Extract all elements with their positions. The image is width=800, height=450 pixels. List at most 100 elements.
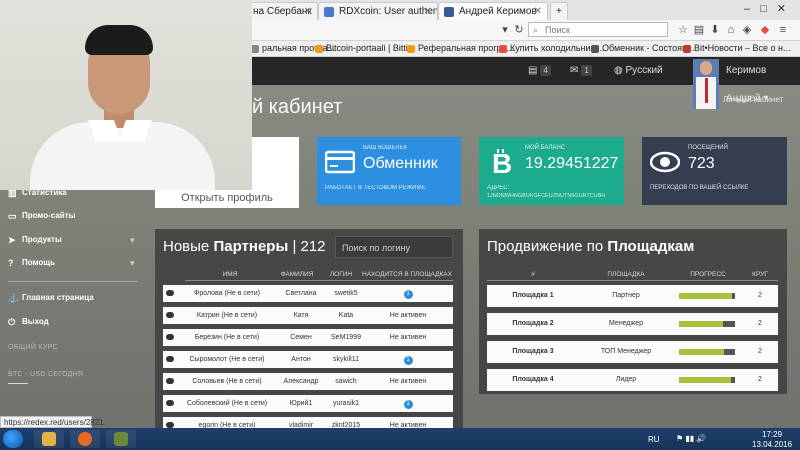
balance-label: МОЙ БАЛАНС — [525, 145, 566, 151]
close-icon[interactable]: ✕ — [304, 3, 312, 20]
bookmark-label: Bitcoin-portaali | Bitti... — [326, 43, 416, 53]
table-row[interactable]: Соболевский (Не в сети) Юрий1 yurasik1 1 — [163, 395, 453, 412]
partners-title: Новые Партнеры | 212 — [163, 238, 326, 255]
partner-surname: Семен — [290, 334, 312, 341]
browser-search-input[interactable]: ⌕ Поиск — [528, 22, 668, 37]
reload-icon[interactable]: ↻ — [512, 23, 526, 37]
partner-surname: Юрий1 — [289, 400, 313, 407]
site-level: Менеджер — [609, 320, 643, 327]
open-profile-button[interactable]: Открыть профиль — [155, 192, 299, 204]
balance-card: B МОЙ БАЛАНС 19.29451227 АДРЕС: 1JNDNWHN… — [479, 137, 624, 205]
address-label: АДРЕС: — [487, 185, 510, 191]
partner-status: Не активен — [389, 378, 427, 385]
pocket-icon[interactable]: ◈ — [740, 23, 754, 37]
table-row[interactable]: Березин (Не в сети) Семен SeM1999 Не активе… — [163, 329, 453, 346]
sidebar-item-home[interactable]: ⚓ Главная страница — [8, 291, 94, 305]
table-row[interactable]: Площадка 3 ТОП Менеджер 2 — [487, 341, 778, 363]
table-row[interactable]: Площадка 2 Менеджер 2 — [487, 313, 778, 335]
partner-name: Березин (Не в сети) — [194, 334, 260, 341]
bookmark-item[interactable]: Bit•Новости – Все о н... — [682, 42, 791, 55]
table-row[interactable]: Площадка 1 Партнер 2 — [487, 285, 778, 307]
visits-label: ПОСЕЩЕНИЙ — [688, 145, 728, 151]
language-selector[interactable]: ◍ Русский — [614, 57, 663, 85]
chat-icon[interactable] — [166, 400, 174, 406]
webcam-overlay — [0, 0, 252, 190]
dropdown-icon[interactable]: ▾ — [498, 23, 512, 37]
home-icon[interactable]: ⌂ — [724, 23, 738, 37]
table-row[interactable]: Площадка 4 Лидер 2 — [487, 369, 778, 391]
close-icon[interactable]: ✕ — [534, 3, 542, 20]
addon-icon[interactable]: ◆ — [758, 23, 772, 37]
monitor-icon: ▭ — [8, 211, 17, 221]
partner-search-input[interactable]: Поиск по логину — [335, 236, 453, 258]
partner-status: Не активен — [389, 334, 427, 341]
bookmark-list-icon[interactable]: ▤ — [692, 23, 706, 37]
window-controls[interactable]: –□✕ — [744, 2, 796, 15]
progress-bar — [679, 377, 735, 383]
column-header-surname: ФАМИЛИЯ — [280, 271, 314, 278]
search-icon: ⌕ — [533, 25, 539, 35]
language-indicator[interactable]: RU — [648, 435, 660, 444]
messages-button[interactable]: ▤ 4 — [528, 57, 551, 85]
table-row[interactable]: Сыромолот (Не в сети) Антон skykill11 1 — [163, 351, 453, 368]
sidebar-item-products[interactable]: ➤ Продукты — [8, 233, 62, 247]
bookmark-icon — [683, 45, 691, 53]
progress-bar — [679, 321, 735, 327]
sidebar-item-promo[interactable]: ▭ Промо-сайты — [8, 209, 75, 223]
progress-bar — [679, 293, 735, 299]
list-icon: ▤ — [528, 65, 538, 76]
bookmark-item[interactable]: Обменник - Состоян... — [590, 42, 694, 55]
language-label: Русский — [625, 65, 663, 76]
chat-icon[interactable] — [166, 290, 174, 296]
new-tab-button[interactable]: + — [550, 2, 568, 20]
site-name: Площадка 4 — [512, 376, 554, 383]
taskbar-app-firefox[interactable] — [70, 430, 100, 448]
taskbar: RU ⚑ ▮▮ 🔊 17:29 13.04.2016 — [0, 428, 800, 450]
bitcoin-icon — [315, 45, 323, 53]
avatar[interactable] — [693, 59, 719, 109]
taskbar-app-explorer[interactable] — [34, 430, 64, 448]
chat-icon[interactable] — [166, 312, 174, 318]
table-row[interactable]: Фролова (Не в сети) Светлана swetik5 1 — [163, 285, 453, 302]
partner-surname: Антон — [291, 356, 311, 363]
user-menu[interactable]: Керимов Андрей ▾ — [726, 57, 800, 104]
sidebar-item-logout[interactable]: ⏻ Выход — [8, 315, 49, 329]
mail-button[interactable]: ✉ 1 — [570, 57, 592, 85]
progress-bar — [679, 349, 735, 355]
sidebar-item-help[interactable]: ? Помощь — [8, 256, 55, 270]
browser-tab-rdxcoin[interactable]: RDXcoin: User authenticati... ✕ — [318, 2, 438, 20]
table-row[interactable]: Катрин (Не в сети) Катя Kata Не активен — [163, 307, 453, 324]
visits-card: ПОСЕЩЕНИЙ 723 ПЕРЕХОДОВ ПО ВАШЕЙ ССЫЛКЕ — [642, 137, 787, 205]
tray-icons[interactable]: ⚑ ▮▮ 🔊 — [676, 434, 706, 443]
search-placeholder: Поиск — [545, 25, 570, 35]
rate-title: BTC - USD СЕГОДНЯ — [8, 371, 84, 378]
start-button[interactable] — [3, 430, 23, 448]
chat-icon[interactable] — [166, 334, 174, 340]
partner-status: Не активен — [389, 312, 427, 319]
taskbar-app-recorder[interactable] — [106, 430, 136, 448]
bookmark-icon — [407, 45, 415, 53]
chevron-down-icon[interactable]: ▾ — [130, 235, 135, 246]
chat-icon[interactable] — [166, 356, 174, 362]
partner-name: Фролова (Не в сети) — [194, 290, 260, 297]
clock-date[interactable]: 13.04.2016 — [752, 440, 792, 449]
menu-icon[interactable]: ≡ — [776, 23, 790, 37]
bookmark-item[interactable]: Bitcoin-portaali | Bitti... — [314, 42, 415, 55]
clock-time[interactable]: 17:29 — [762, 430, 782, 439]
globe-icon: ◍ — [614, 65, 623, 76]
close-icon[interactable]: ✕ — [424, 3, 432, 20]
chat-icon[interactable] — [166, 378, 174, 384]
power-icon: ⏻ — [8, 317, 16, 327]
star-icon[interactable]: ☆ — [676, 23, 690, 37]
table-row[interactable]: Соловьев (Не в сети) Александр sawich Не ак… — [163, 373, 453, 390]
visits-value: 723 — [688, 155, 715, 172]
partner-surname: Светлана — [285, 290, 317, 297]
bookmark-label: Bit•Новости – Все о н... — [694, 43, 791, 53]
download-icon[interactable]: ⬇ — [708, 23, 722, 37]
bookmark-item[interactable]: Купить холодильник ... — [498, 42, 604, 55]
sidebar-item-label: Выход — [22, 317, 49, 326]
site-name: Площадка 1 — [512, 292, 554, 299]
browser-tab-profile[interactable]: Андрей Керимов ✕ — [438, 2, 548, 20]
chevron-down-icon[interactable]: ▾ — [130, 258, 135, 269]
progress-fill — [679, 349, 724, 355]
